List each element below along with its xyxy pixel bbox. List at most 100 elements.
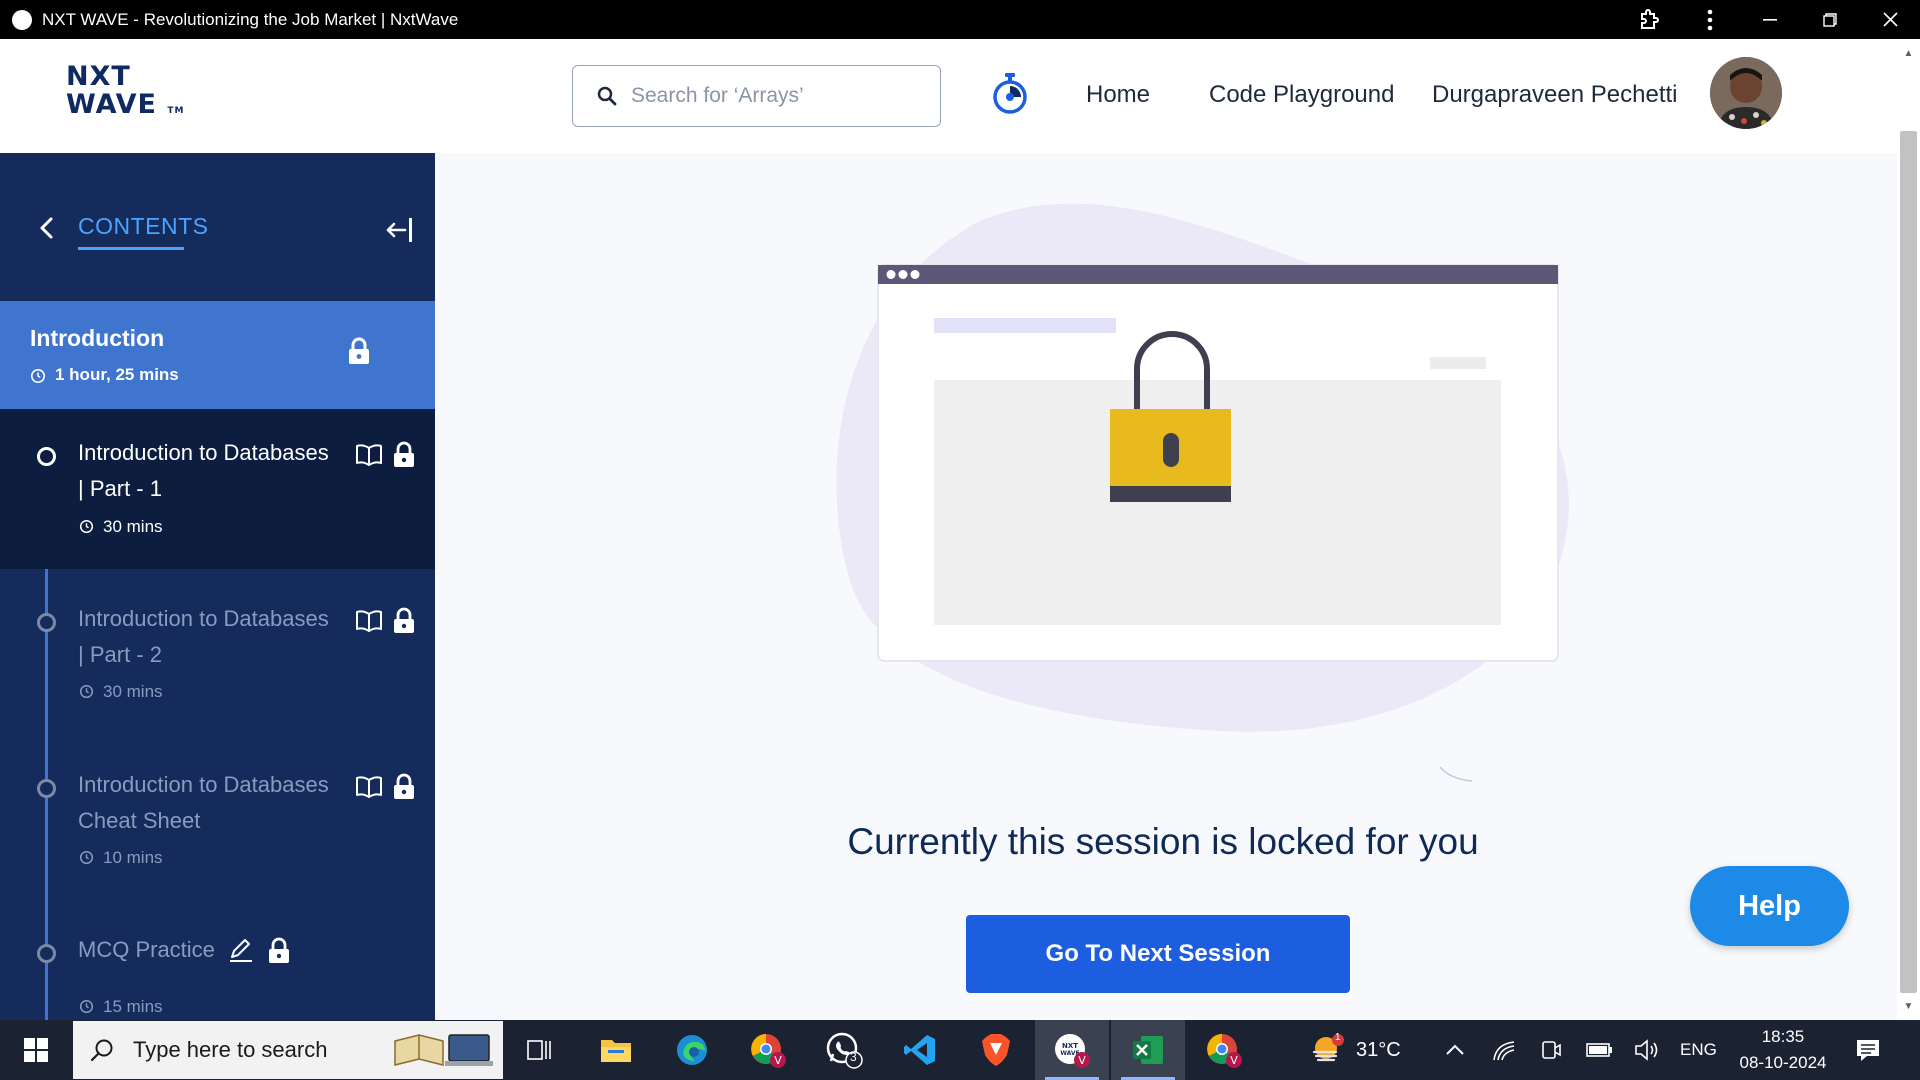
vscode-icon[interactable] — [883, 1020, 957, 1080]
more-menu-icon[interactable] — [1680, 0, 1740, 39]
status-dot — [37, 613, 56, 632]
close-button[interactable] — [1860, 0, 1920, 39]
item-title: Introduction to Databases | Part - 1 — [78, 440, 329, 501]
book-icon — [356, 610, 382, 632]
minimize-button[interactable] — [1740, 0, 1800, 39]
excel-icon[interactable] — [1111, 1020, 1185, 1080]
clock-icon — [79, 519, 94, 534]
sidebar-title-underline — [78, 247, 184, 250]
sidebar-item-databases-cheatsheet[interactable]: Introduction to Databases Cheat Sheet 10 … — [0, 735, 435, 901]
window-title: NXT WAVE - Revolutionizing the Job Marke… — [42, 9, 459, 29]
book-icon — [356, 444, 382, 466]
notifications-icon[interactable] — [1855, 1020, 1881, 1080]
scroll-up-arrow-icon[interactable]: ▲ — [1897, 43, 1920, 63]
collapse-sidebar-icon[interactable] — [385, 215, 415, 245]
lock-icon — [394, 441, 414, 467]
meet-now-icon[interactable] — [1540, 1020, 1562, 1080]
scrollbar-thumb[interactable] — [1900, 131, 1917, 993]
nav-home-link[interactable]: Home — [1086, 81, 1150, 109]
battery-icon[interactable] — [1586, 1020, 1614, 1080]
page-scrollbar[interactable]: ▲ ▼ — [1897, 39, 1920, 1020]
lock-icon — [394, 773, 414, 799]
svg-text:V: V — [1230, 1054, 1238, 1067]
sidebar-header: CONTENTS — [0, 153, 435, 301]
main-content: Currently this session is locked for you… — [435, 153, 1897, 1020]
site-header: NXT WAVE TM Home Code Playground Durgapr… — [0, 39, 1897, 153]
module-duration: 1 hour, 25 mins — [55, 365, 179, 384]
windows-taskbar: Type here to search V 3 NXT WAVE V V 1 3… — [0, 1020, 1920, 1080]
module-introduction[interactable]: Introduction 1 hour, 25 mins — [0, 301, 435, 409]
clock-icon — [31, 369, 45, 383]
item-duration: 30 mins — [103, 517, 163, 536]
volume-icon[interactable] — [1634, 1020, 1660, 1080]
weather-widget[interactable]: 1 31°C — [1310, 1020, 1401, 1080]
app-favicon-icon — [12, 9, 32, 30]
item-duration: 10 mins — [103, 848, 163, 867]
go-to-next-session-button[interactable]: Go To Next Session — [966, 915, 1350, 993]
temperature: 31°C — [1356, 1038, 1401, 1061]
book-icon — [356, 776, 382, 798]
lock-icon — [269, 937, 289, 963]
help-button[interactable]: Help — [1690, 866, 1849, 946]
restore-button[interactable] — [1800, 0, 1860, 39]
clock-icon — [79, 684, 94, 699]
file-explorer-icon[interactable] — [579, 1020, 653, 1080]
status-dot — [37, 447, 56, 466]
chrome-profile-v-icon-2[interactable]: V — [1187, 1020, 1261, 1080]
nxtwave-logo[interactable]: NXT WAVE TM — [66, 63, 196, 127]
nxtwave-app-icon[interactable]: NXT WAVE V — [1035, 1020, 1109, 1080]
item-title: Introduction to Databases Cheat Sheet — [78, 772, 329, 833]
sidebar-item-databases-part2[interactable]: Introduction to Databases | Part - 2 30 m… — [0, 569, 435, 735]
sidebar-title[interactable]: CONTENTS — [78, 213, 209, 240]
stopwatch-icon[interactable] — [990, 71, 1030, 115]
sidebar-item-databases-part1[interactable]: Introduction to Databases | Part - 1 30 m… — [0, 409, 435, 569]
search-input[interactable] — [631, 84, 911, 108]
clock-icon — [79, 999, 94, 1014]
language-indicator[interactable]: ENG — [1680, 1020, 1717, 1080]
svg-text:V: V — [1078, 1054, 1086, 1067]
module-name: Introduction — [30, 325, 165, 351]
status-dot — [37, 944, 56, 963]
clock-time: 18:35 — [1761, 1027, 1805, 1046]
search-box[interactable] — [572, 65, 941, 127]
svg-text:V: V — [774, 1054, 782, 1067]
item-title: MCQ Practice — [78, 937, 215, 962]
item-duration: 30 mins — [103, 682, 163, 701]
search-highlight-illustration-icon — [394, 1034, 493, 1066]
taskbar-search-box[interactable]: Type here to search — [73, 1021, 503, 1079]
chrome-profile-v-icon[interactable]: V — [731, 1020, 805, 1080]
back-chevron-icon[interactable] — [34, 215, 60, 241]
nav-code-playground-link[interactable]: Code Playground — [1209, 81, 1394, 109]
task-view-icon[interactable] — [503, 1020, 577, 1080]
network-icon[interactable] — [1492, 1020, 1516, 1080]
lock-icon — [349, 337, 369, 364]
lock-icon — [394, 607, 414, 633]
extensions-icon[interactable] — [1620, 0, 1680, 39]
whatsapp-badge: 3 — [850, 1050, 857, 1064]
weather-badge: 1 — [1335, 1032, 1341, 1043]
brave-browser-icon[interactable] — [959, 1020, 1033, 1080]
windows-start-icon[interactable] — [0, 1020, 72, 1080]
search-icon — [597, 86, 617, 106]
show-hidden-icons-chevron-icon[interactable] — [1444, 1020, 1466, 1080]
user-name[interactable]: Durgapraveen Pechetti — [1432, 81, 1677, 109]
taskbar-search-placeholder: Type here to search — [133, 1037, 328, 1062]
item-title: Introduction to Databases | Part - 2 — [78, 606, 329, 667]
item-duration: 15 mins — [103, 997, 163, 1016]
user-avatar[interactable] — [1710, 57, 1782, 129]
sidebar-item-mcq-practice[interactable]: MCQ Practice 15 mins — [0, 901, 435, 1020]
scroll-down-arrow-icon[interactable]: ▼ — [1897, 996, 1920, 1016]
pencil-icon — [230, 939, 252, 962]
locked-session-illustration — [836, 203, 1569, 782]
logo-line2: WAVE TM — [66, 89, 185, 120]
search-icon — [90, 1039, 113, 1062]
clock-date: 08-10-2024 — [1739, 1053, 1827, 1072]
window-titlebar: NXT WAVE - Revolutionizing the Job Marke… — [0, 0, 1920, 39]
logo-line1: NXT — [66, 61, 131, 92]
whatsapp-icon[interactable]: 3 — [807, 1020, 881, 1080]
taskbar-clock[interactable]: 18:35 08-10-2024 — [1735, 1024, 1831, 1076]
contents-sidebar: CONTENTS Introduction 1 hour, 25 mins In… — [0, 153, 435, 1020]
svg-text:NXT: NXT — [1062, 1042, 1078, 1050]
locked-message: Currently this session is locked for you — [847, 821, 1479, 862]
edge-browser-icon[interactable] — [655, 1020, 729, 1080]
